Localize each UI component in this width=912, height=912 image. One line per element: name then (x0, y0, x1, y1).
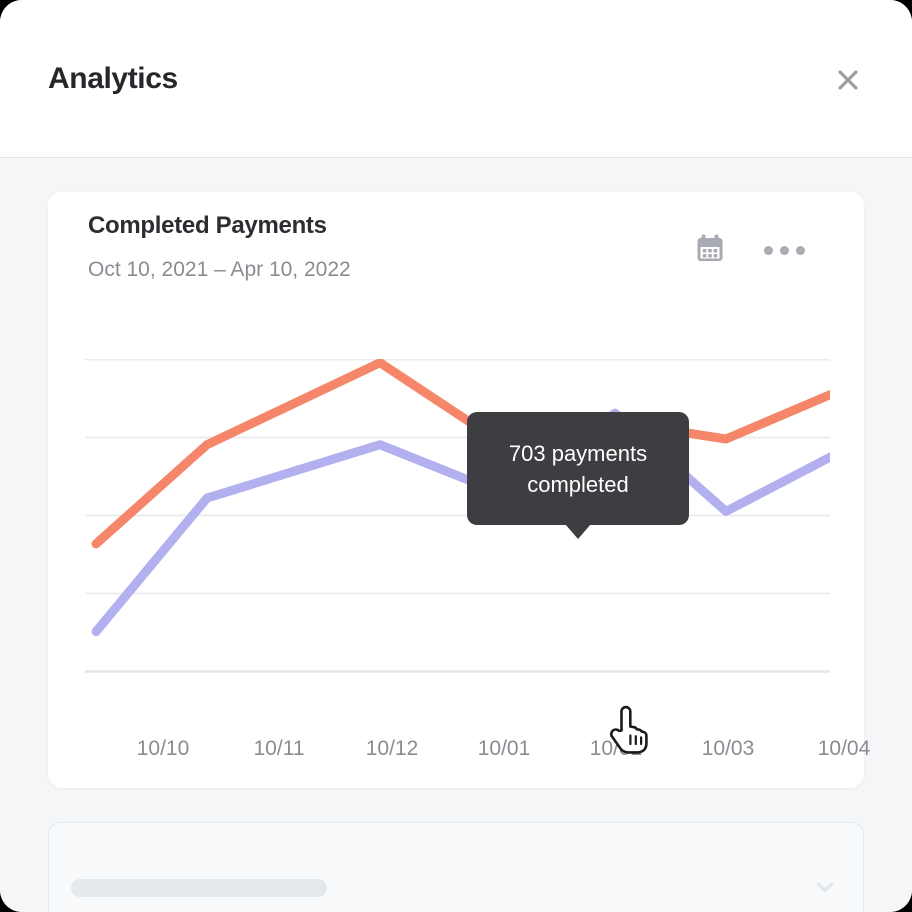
close-icon (835, 67, 861, 93)
x-tick-4: 10/02 (590, 737, 643, 761)
more-horizontal-icon-dot-1 (764, 246, 773, 255)
skeleton-placeholder-bar (71, 879, 327, 897)
completed-payments-card: Completed Payments Oct 10, 2021 – Apr 10… (48, 192, 864, 788)
expand-section-button[interactable] (807, 871, 843, 907)
chart-tooltip-arrow (565, 524, 591, 539)
collapsed-section-panel[interactable] (48, 822, 864, 912)
card-title: Completed Payments (88, 212, 327, 240)
x-tick-3: 10/01 (478, 737, 531, 761)
card-date-range: Oct 10, 2021 – Apr 10, 2022 (88, 258, 351, 282)
calendar-button[interactable] (688, 228, 732, 272)
chart-hover-point (604, 692, 634, 722)
close-button[interactable] (828, 60, 868, 100)
x-axis-labels: 10/10 10/11 10/12 10/01 10/02 10/03 10/0… (85, 737, 845, 777)
more-options-button[interactable] (754, 228, 814, 272)
chart-tooltip-text: 703 payments completed (495, 438, 661, 500)
x-tick-5: 10/03 (702, 737, 755, 761)
page-title: Analytics (48, 59, 178, 99)
modal-body: Completed Payments Oct 10, 2021 – Apr 10… (0, 158, 912, 912)
more-horizontal-icon-dot-2 (780, 246, 789, 255)
modal-header: Analytics (0, 0, 912, 158)
chart-tooltip-line-2: completed (527, 472, 629, 497)
calendar-icon (693, 231, 727, 270)
line-chart-plot[interactable] (85, 359, 830, 731)
more-horizontal-icon-dot-3 (796, 246, 805, 255)
x-tick-2: 10/12 (366, 737, 419, 761)
x-tick-6: 10/04 (818, 737, 871, 761)
chart-tooltip-line-1: 703 payments (509, 441, 647, 466)
x-tick-0: 10/10 (137, 737, 190, 761)
chevron-down-icon (812, 874, 838, 905)
x-tick-1: 10/11 (254, 737, 305, 761)
chart-tooltip: 703 payments completed (467, 412, 689, 525)
chart-line-initiated (96, 363, 830, 544)
analytics-modal-window: Analytics Completed Payments Oct 10, 202… (0, 0, 912, 912)
